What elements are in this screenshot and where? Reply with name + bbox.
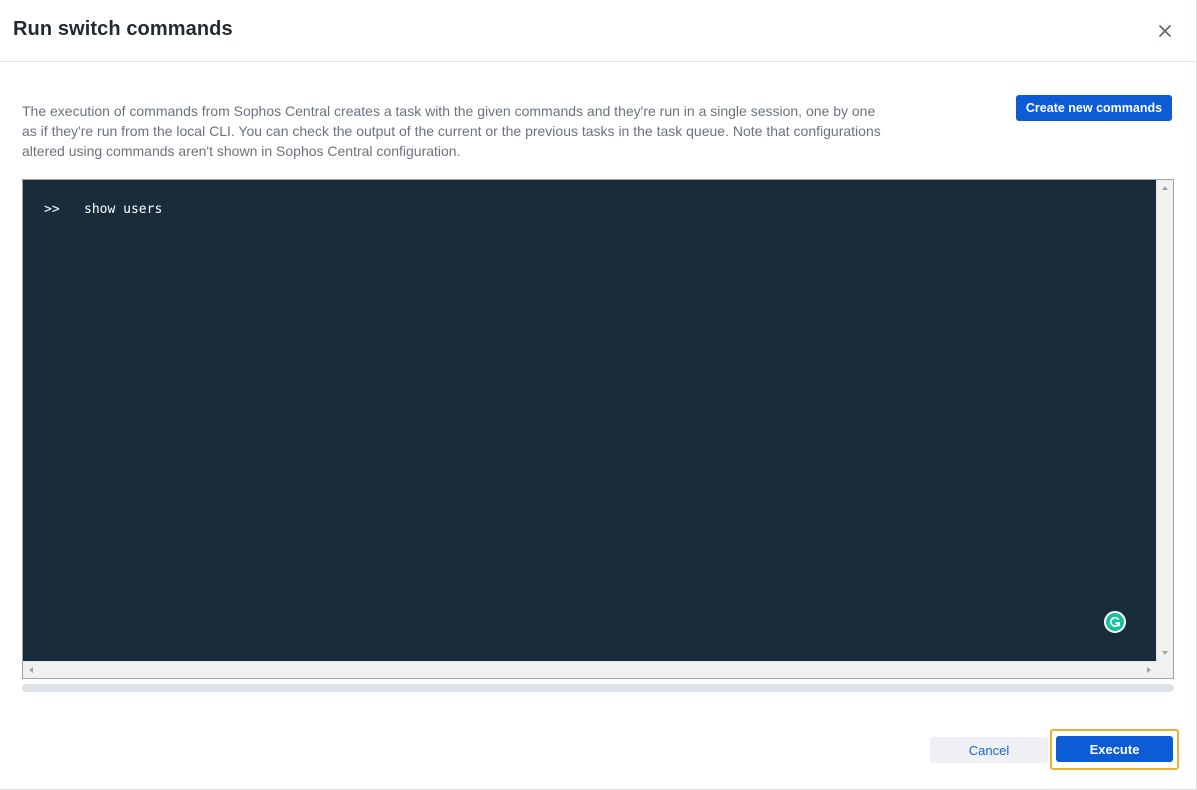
close-icon[interactable] (1154, 20, 1176, 42)
scrollbar-corner (1156, 661, 1173, 678)
editor-resize-bar[interactable] (22, 684, 1174, 692)
cancel-button[interactable]: Cancel (930, 737, 1048, 763)
scroll-down-icon[interactable] (1162, 651, 1168, 655)
vertical-scrollbar[interactable] (1156, 180, 1173, 661)
command-line[interactable]: >> show users (44, 202, 162, 217)
horizontal-scrollbar[interactable] (23, 661, 1157, 678)
scroll-up-icon[interactable] (1162, 186, 1168, 190)
dialog-title: Run switch commands (13, 18, 233, 40)
scroll-left-icon[interactable] (29, 667, 33, 673)
execute-button[interactable]: Execute (1056, 736, 1173, 762)
dialog-header: Run switch commands (0, 0, 1197, 62)
scroll-right-icon[interactable] (1147, 667, 1151, 673)
execute-focus-highlight: Execute (1050, 729, 1179, 770)
command-prompt: >> (44, 202, 60, 217)
command-editor[interactable]: >> show users (22, 179, 1174, 679)
description-text: The execution of commands from Sophos Ce… (22, 103, 881, 159)
grammarly-icon[interactable] (1104, 611, 1126, 633)
command-text: show users (84, 202, 163, 217)
create-new-commands-button[interactable]: Create new commands (1016, 95, 1172, 121)
run-switch-commands-dialog: Run switch commands The execution of com… (0, 0, 1197, 790)
